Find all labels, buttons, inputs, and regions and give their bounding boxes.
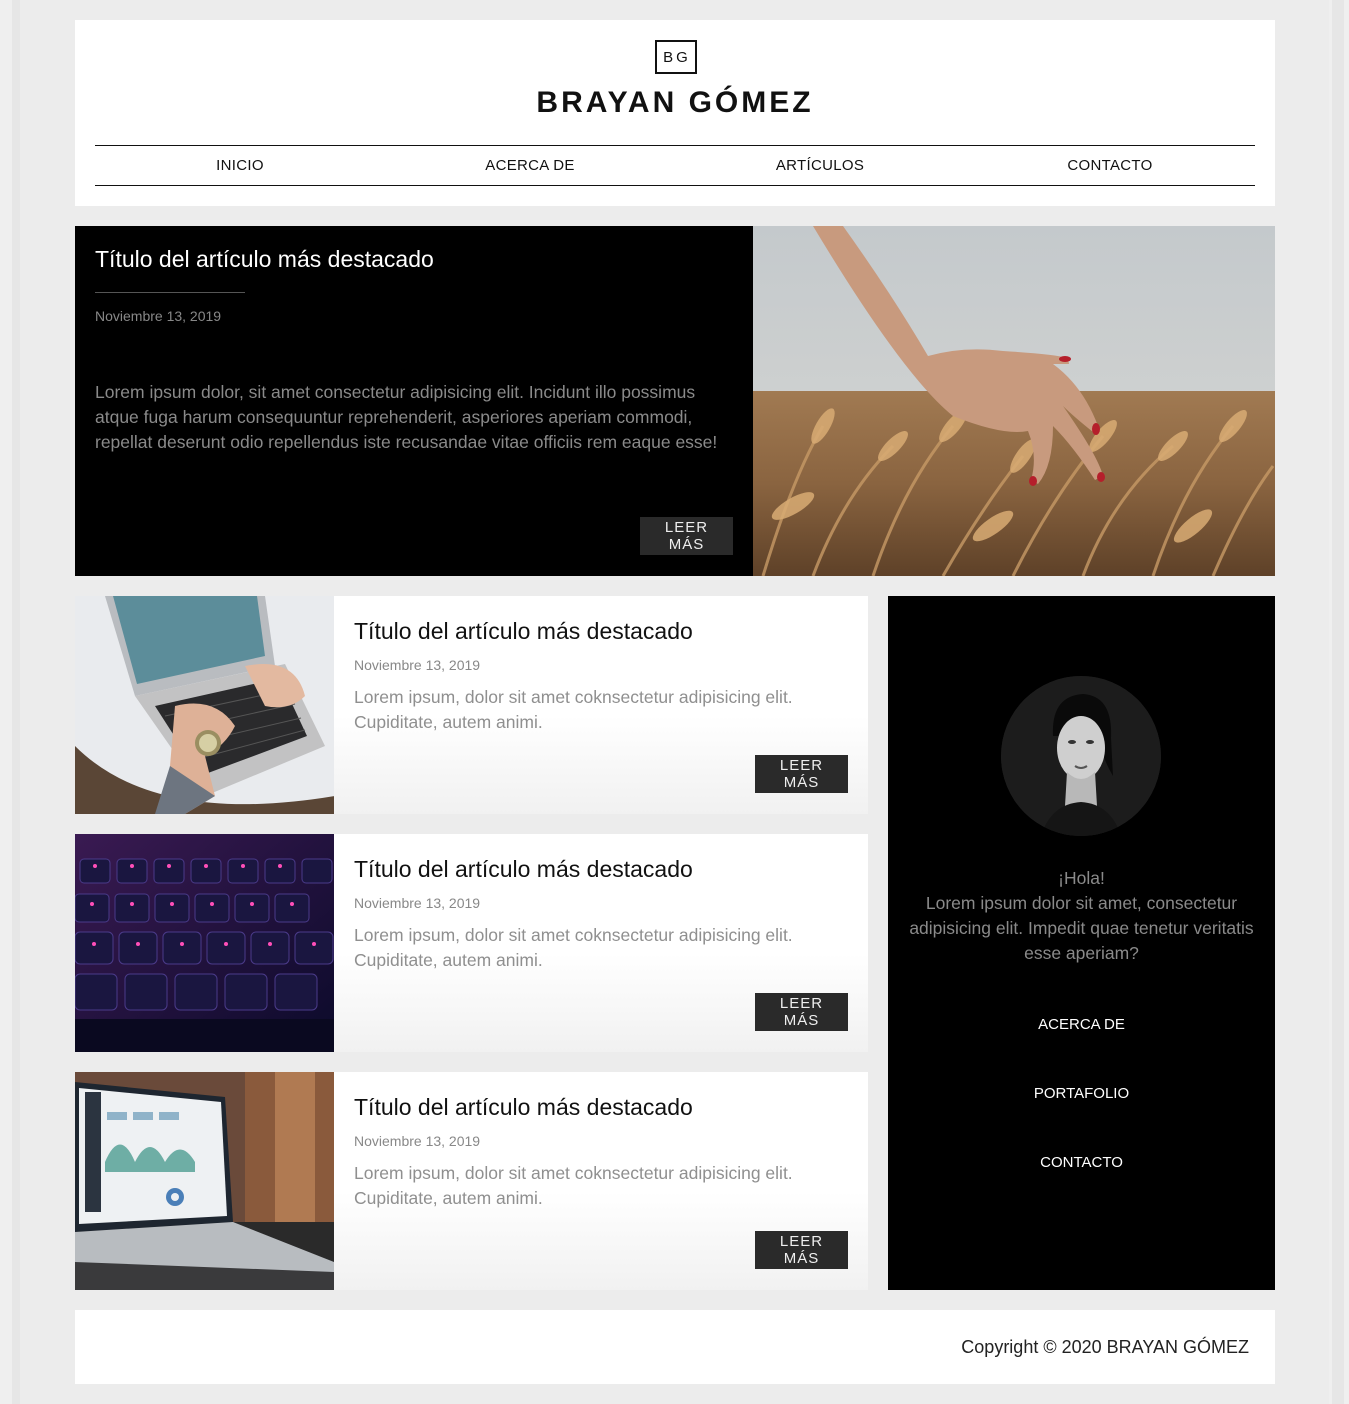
sidebar-link-portafolio[interactable]: PORTAFOLIO — [888, 1085, 1275, 1102]
article-excerpt: Lorem ipsum, dolor sit amet coknsectetur… — [354, 1163, 793, 1208]
article-read-more-button[interactable]: LEER MÁS — [755, 1231, 848, 1269]
article-card: Título del artículo más destacado Noviem… — [75, 596, 868, 814]
article-date: Noviembre 13, 2019 — [354, 1133, 481, 1149]
nav-item-acerca-de[interactable]: ACERCA DE — [385, 146, 675, 185]
featured-title[interactable]: Título del artículo más destacado — [95, 246, 434, 273]
sidebar-link-acerca-de[interactable]: ACERCA DE — [888, 1016, 1275, 1033]
article-image-laptop-dashboard — [75, 1072, 334, 1290]
article-excerpt: Lorem ipsum, dolor sit amet coknsectetur… — [354, 925, 793, 970]
article-image-laptop-typing — [75, 596, 334, 814]
featured-divider — [95, 292, 245, 293]
article-image-keyboard — [75, 834, 334, 1052]
article-date: Noviembre 13, 2019 — [354, 657, 481, 673]
featured-date: Noviembre 13, 2019 — [95, 308, 222, 324]
article-read-more-button[interactable]: LEER MÁS — [755, 993, 848, 1031]
featured-read-more-button[interactable]: LEER MÁS — [640, 517, 733, 555]
nav-item-contacto[interactable]: CONTACTO — [965, 146, 1255, 185]
article-title[interactable]: Título del artículo más destacado — [354, 856, 693, 883]
article-title[interactable]: Título del artículo más destacado — [354, 1094, 693, 1121]
sidebar-about-text: Lorem ipsum dolor sit amet, consectetur … — [909, 893, 1254, 963]
site-footer: Copyright © 2020 BRAYAN GÓMEZ — [75, 1310, 1275, 1384]
profile-sidebar: ¡Hola! Lorem ipsum dolor sit amet, conse… — [888, 596, 1275, 1290]
article-excerpt: Lorem ipsum, dolor sit amet coknsectetur… — [354, 687, 793, 732]
site-header: BG BRAYAN GÓMEZ INICIO ACERCA DE ARTÍCUL… — [75, 20, 1275, 206]
main-nav: INICIO ACERCA DE ARTÍCULOS CONTACTO — [95, 145, 1255, 186]
article-title[interactable]: Título del artículo más destacado — [354, 618, 693, 645]
sidebar-link-contacto[interactable]: CONTACTO — [888, 1154, 1275, 1171]
avatar — [1001, 676, 1161, 836]
article-card: Título del artículo más destacado Noviem… — [75, 834, 868, 1052]
featured-article: Título del artículo más destacado Noviem… — [75, 226, 1275, 576]
site-title[interactable]: BRAYAN GÓMEZ — [75, 86, 1275, 120]
site-logo[interactable]: BG — [655, 40, 697, 74]
nav-item-inicio[interactable]: INICIO — [95, 146, 385, 185]
featured-image-wheat-hand — [753, 226, 1275, 576]
sidebar-greeting: ¡Hola! — [1058, 868, 1105, 888]
article-card: Título del artículo más destacado Noviem… — [75, 1072, 868, 1290]
article-read-more-button[interactable]: LEER MÁS — [755, 755, 848, 793]
article-date: Noviembre 13, 2019 — [354, 895, 481, 911]
nav-item-articulos[interactable]: ARTÍCULOS — [675, 146, 965, 185]
featured-excerpt: Lorem ipsum dolor, sit amet consectetur … — [95, 382, 718, 452]
footer-copyright: Copyright © 2020 BRAYAN GÓMEZ — [961, 1337, 1249, 1357]
